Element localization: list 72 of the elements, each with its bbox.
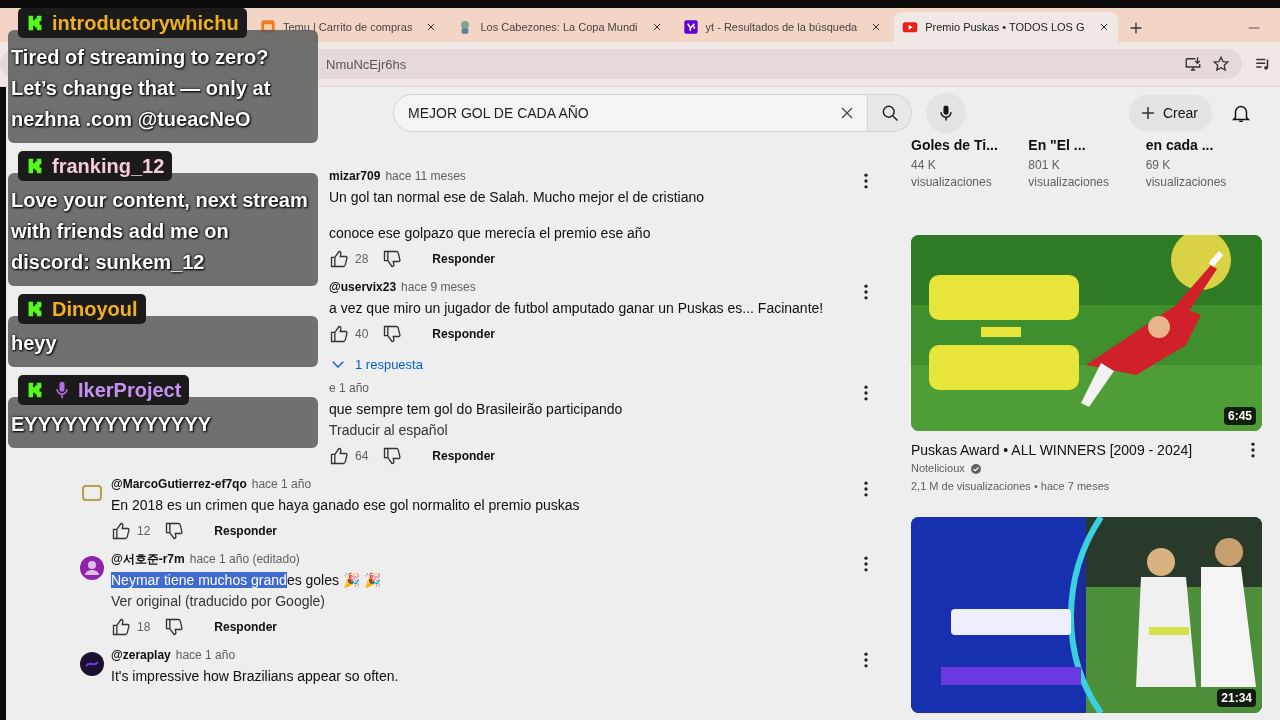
comment-author[interactable]: @uservix23 (329, 278, 397, 296)
view-label: visualizaciones (1145, 174, 1228, 191)
view-count: 801 K (1028, 157, 1061, 174)
browser-tab[interactable]: yt - Resultados de la búsqueda (674, 12, 891, 42)
browser-tab[interactable]: Premio Puskas • TODOS LOS G (894, 12, 1118, 42)
reply-button[interactable]: Responder (214, 620, 278, 634)
reply-button[interactable]: Responder (214, 524, 278, 538)
create-button[interactable]: Crear (1129, 95, 1212, 131)
duration-badge: 6:45 (1223, 407, 1256, 425)
like-count: 40 (355, 327, 369, 341)
avatar-icon (80, 652, 104, 676)
like-count: 18 (137, 620, 151, 634)
comment-author[interactable]: mizar709 (329, 167, 381, 185)
install-icon[interactable] (1184, 55, 1202, 73)
video-title[interactable]: En "El ... (1028, 139, 1146, 155)
view-count: 69 K (1145, 157, 1172, 174)
comment-time[interactable]: hace 1 año (251, 475, 312, 493)
comment-text: En 2018 es un crimen que haya ganado ese gol normalito el premio puskas (111, 496, 581, 515)
plus-icon (1139, 104, 1157, 122)
mic-button[interactable] (926, 93, 966, 133)
comment-time[interactable]: hace 1 año (editado) (189, 550, 300, 568)
like-count: 28 (355, 252, 369, 266)
channel-name[interactable]: Notelicioux (911, 460, 965, 477)
video-stats: 2,1 M de visualizaciones • hace 7 meses (911, 479, 1111, 494)
thumbs-up-icon[interactable] (329, 446, 349, 466)
view-count: 44 K (911, 157, 937, 174)
thumbs-down-icon[interactable] (382, 249, 403, 269)
view-label: visualizaciones (1028, 174, 1111, 191)
video-title[interactable]: en cada ... (1145, 139, 1263, 155)
translate-link[interactable]: Ver original (traducido por Google) (111, 591, 849, 611)
comment-text: Neymar tiene muchos grandes goles 🎉 🎉 (111, 571, 382, 590)
comment-time[interactable]: hace 9 meses (401, 278, 476, 296)
comment-text: a vez que miro un jugador de futbol amputado ganar un Puskas es... Facinante! (329, 299, 825, 318)
address-text: NmuNcEjr6hs (326, 56, 408, 72)
video-title[interactable]: Goles de Ti... (911, 139, 1029, 155)
comment-text: Un gol tan normal ese de Salah. Mucho mejor el de cristiano (329, 188, 706, 207)
reply-button[interactable]: Responder (432, 327, 496, 341)
thumbs-down-icon[interactable] (382, 324, 403, 344)
comment-text: que sempre tem gol do Brasileirão participando (329, 400, 624, 419)
avatar-icon (80, 556, 104, 580)
video-title[interactable]: Puskas Award • ALL WINNERS [2009 - 2024] (911, 440, 1243, 460)
youtube-icon (902, 19, 919, 35)
search-button[interactable] (868, 94, 912, 132)
browser-tab[interactable]: Los Cabezones: La Copa Mundi (449, 12, 671, 42)
thumbs-down-icon[interactable] (382, 446, 403, 466)
reply-button[interactable]: Responder (432, 449, 496, 463)
comment-text: It's impressive how Brazilians appear so often. (111, 667, 400, 686)
like-count: 12 (137, 524, 151, 538)
comment-time[interactable]: e 1 año (329, 379, 370, 397)
thumbs-up-icon[interactable] (329, 324, 349, 344)
square-logo-icon (682, 19, 699, 35)
translate-link[interactable]: Traducir al español (329, 420, 849, 440)
comment-author[interactable]: @zeraplay (111, 646, 171, 664)
thumbs-down-icon[interactable] (164, 521, 185, 541)
thumbs-up-icon[interactable] (329, 249, 349, 269)
comment-time[interactable]: hace 11 meses (385, 167, 466, 185)
thumbs-up-icon[interactable] (111, 617, 131, 637)
video-thumbnail[interactable]: 21:34 (911, 517, 1262, 713)
star-icon[interactable] (1212, 55, 1230, 73)
comment-author[interactable]: @MarcoGutierrez-ef7qo (111, 475, 247, 493)
like-count: 64 (355, 449, 369, 463)
search-field[interactable]: MEJOR GOL DE CADA AÑO (393, 94, 868, 132)
reply-button[interactable]: Responder (432, 252, 496, 266)
video-thumbnail[interactable]: 6:45 (911, 235, 1262, 431)
replies-toggle[interactable]: 1 respuesta (329, 352, 849, 376)
view-label: visualizaciones (911, 174, 993, 191)
thumbs-up-icon[interactable] (111, 521, 131, 541)
comment-text: conoce ese golpazo que merecía el premio ese año (329, 224, 652, 243)
thumbs-down-icon[interactable] (164, 617, 185, 637)
comment-time[interactable]: hace 1 año (175, 646, 236, 664)
comment-author[interactable]: @서호준-r7m (111, 550, 185, 568)
duration-badge: 21:34 (1217, 689, 1256, 707)
